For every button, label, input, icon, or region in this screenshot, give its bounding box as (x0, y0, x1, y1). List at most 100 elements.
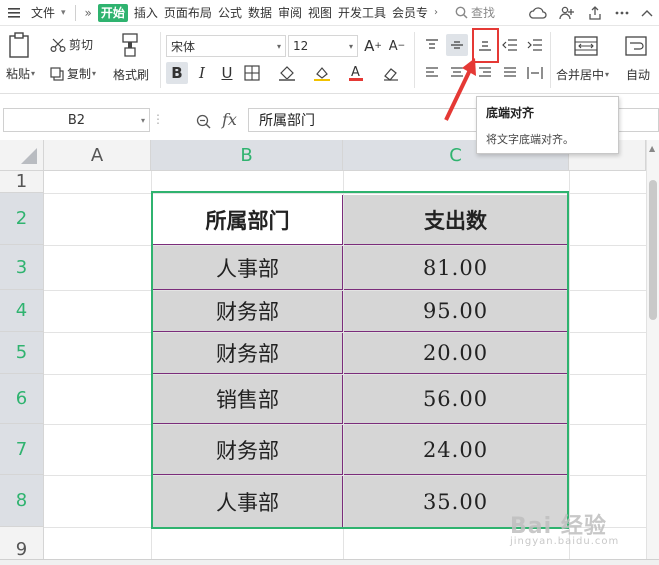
cell-fill-icon[interactable] (311, 62, 333, 84)
column-header-b[interactable]: B (151, 140, 343, 171)
italic-button[interactable]: I (191, 62, 213, 84)
font-name-value: 宋体 (171, 39, 196, 54)
cell-b4[interactable]: 财务部 (153, 291, 343, 332)
scissors-icon (50, 38, 66, 52)
tabs-scroll-right-icon[interactable]: › (431, 0, 441, 26)
row-header-5[interactable]: 5 (0, 332, 44, 374)
font-size-select[interactable]: 12 ▾ (288, 35, 358, 57)
name-box[interactable]: B2 ▾ (3, 108, 150, 132)
cell-b6[interactable]: 销售部 (153, 375, 343, 424)
align-top-icon[interactable] (421, 34, 443, 56)
paste-button[interactable] (8, 32, 30, 58)
collaborate-icon[interactable] (559, 5, 575, 21)
tab-review[interactable]: 审阅 (275, 0, 305, 26)
menu-bar: 文件 ▾ » 开始 插入 页面布局 公式 数据 审阅 视图 开发工具 会员专 ›… (0, 0, 659, 26)
more-tabs-chevron-icon[interactable]: » (82, 0, 95, 26)
font-size-value: 12 (293, 39, 309, 53)
gridline (569, 171, 570, 565)
baidu-watermark: Bai 经验 jingyan.baidu.com (510, 508, 619, 547)
merge-center-button[interactable] (574, 36, 598, 56)
tab-home[interactable]: 开始 (95, 0, 131, 26)
tab-view[interactable]: 视图 (305, 0, 335, 26)
cell-b2[interactable]: 所属部门 (153, 195, 343, 245)
ribbon-separator (550, 32, 551, 88)
red-arrow-icon (444, 58, 476, 121)
tab-member[interactable]: 会员专 (389, 0, 431, 26)
cell-b5[interactable]: 财务部 (153, 333, 343, 374)
file-menu-chevron-icon[interactable]: ▾ (58, 0, 69, 26)
hamburger-menu-icon[interactable] (0, 0, 23, 26)
file-menu[interactable]: 文件 (28, 0, 58, 26)
column-header-a[interactable]: A (44, 140, 151, 171)
increase-font-size-icon[interactable]: A + (362, 35, 384, 57)
increase-indent-icon[interactable] (524, 34, 546, 56)
fill-color-icon[interactable] (276, 62, 298, 84)
cut-button[interactable]: 剪切 (50, 36, 93, 53)
font-color-icon[interactable]: A (345, 62, 367, 84)
row-header-3[interactable]: 3 (0, 245, 44, 290)
menu-separator (74, 4, 76, 21)
merge-center-label: 合并居中 (556, 68, 605, 82)
cell-c7[interactable]: 24.00 (344, 425, 567, 475)
search-label: 查找 (471, 6, 496, 20)
justify-icon[interactable] (499, 62, 521, 84)
fx-button[interactable]: fx (222, 110, 237, 129)
cell-c3[interactable]: 81.00 (344, 246, 567, 290)
cell-b7[interactable]: 财务部 (153, 425, 343, 475)
row-header-6[interactable]: 6 (0, 374, 44, 424)
align-middle-icon[interactable] (446, 34, 468, 56)
tab-developer[interactable]: 开发工具 (335, 0, 389, 26)
tab-insert[interactable]: 插入 (131, 0, 161, 26)
font-name-chevron-icon: ▾ (276, 41, 281, 51)
decrease-indent-icon[interactable] (499, 34, 521, 56)
cell-b3[interactable]: 人事部 (153, 246, 343, 290)
wrap-text-button[interactable] (625, 36, 647, 56)
tab-page-layout[interactable]: 页面布局 (161, 0, 215, 26)
scroll-up-icon[interactable]: ▲ (649, 144, 655, 153)
underline-button[interactable]: U (216, 62, 238, 84)
format-painter-button[interactable] (120, 33, 140, 57)
more-options-icon[interactable] (615, 11, 629, 15)
row-header-1[interactable]: 1 (0, 171, 44, 193)
tab-data[interactable]: 数据 (245, 0, 275, 26)
wrap-text-label: 自动 (626, 68, 651, 82)
select-all-triangle-icon (21, 148, 37, 164)
copy-button[interactable]: 复制 ▾ (50, 65, 96, 82)
row-header-4[interactable]: 4 (0, 290, 44, 332)
borders-icon[interactable] (241, 62, 263, 84)
name-box-chevron-icon: ▾ (140, 115, 145, 125)
decrease-font-size-icon[interactable]: A − (386, 35, 408, 57)
spreadsheet-grid: A B C 1 2 3 4 5 6 7 8 9 所属部门 支出数 人事部 81.… (0, 140, 659, 565)
clear-format-icon[interactable] (380, 62, 402, 84)
tooltip-title: 底端对齐 (486, 106, 535, 120)
font-size-chevron-icon: ▾ (348, 41, 353, 51)
merge-chevron-icon: ▾ (605, 70, 610, 79)
cell-c5[interactable]: 20.00 (344, 333, 567, 374)
merge-center-dropdown[interactable]: 合并居中 ▾ (556, 66, 609, 83)
gridline (151, 171, 152, 565)
row-header-7[interactable]: 7 (0, 424, 44, 475)
select-all-corner[interactable] (0, 140, 44, 171)
tab-formulas[interactable]: 公式 (215, 0, 245, 26)
vertical-scrollbar[interactable]: ▲ (646, 140, 659, 565)
cloud-sync-icon[interactable] (529, 6, 547, 20)
zoom-search-icon[interactable] (196, 114, 211, 129)
distribute-icon[interactable] (524, 62, 546, 84)
row-header-2[interactable]: 2 (0, 193, 44, 245)
share-icon[interactable] (587, 5, 603, 21)
paste-dropdown[interactable]: 粘贴 ▾ (6, 65, 35, 82)
cell-c2[interactable]: 支出数 (344, 195, 567, 245)
cell-b8[interactable]: 人事部 (153, 476, 343, 527)
tab-home-label: 开始 (97, 3, 128, 22)
search-box[interactable]: 查找 (455, 3, 495, 23)
cell-c4[interactable]: 95.00 (344, 291, 567, 332)
font-name-select[interactable]: 宋体 ▾ (166, 35, 286, 57)
collapse-ribbon-icon[interactable] (641, 9, 653, 17)
paste-label: 粘贴 (6, 67, 31, 81)
scrollbar-thumb[interactable] (649, 180, 657, 320)
row-header-8[interactable]: 8 (0, 475, 44, 527)
ribbon-toolbar: 粘贴 ▾ 剪切 复制 ▾ 格式刷 宋体 ▾ 12 ▾ A + A − B I U A (0, 26, 659, 94)
tooltip-description: 将文字底端对齐。 (486, 133, 574, 146)
cell-c6[interactable]: 56.00 (344, 375, 567, 424)
bold-button[interactable]: B (166, 62, 188, 84)
